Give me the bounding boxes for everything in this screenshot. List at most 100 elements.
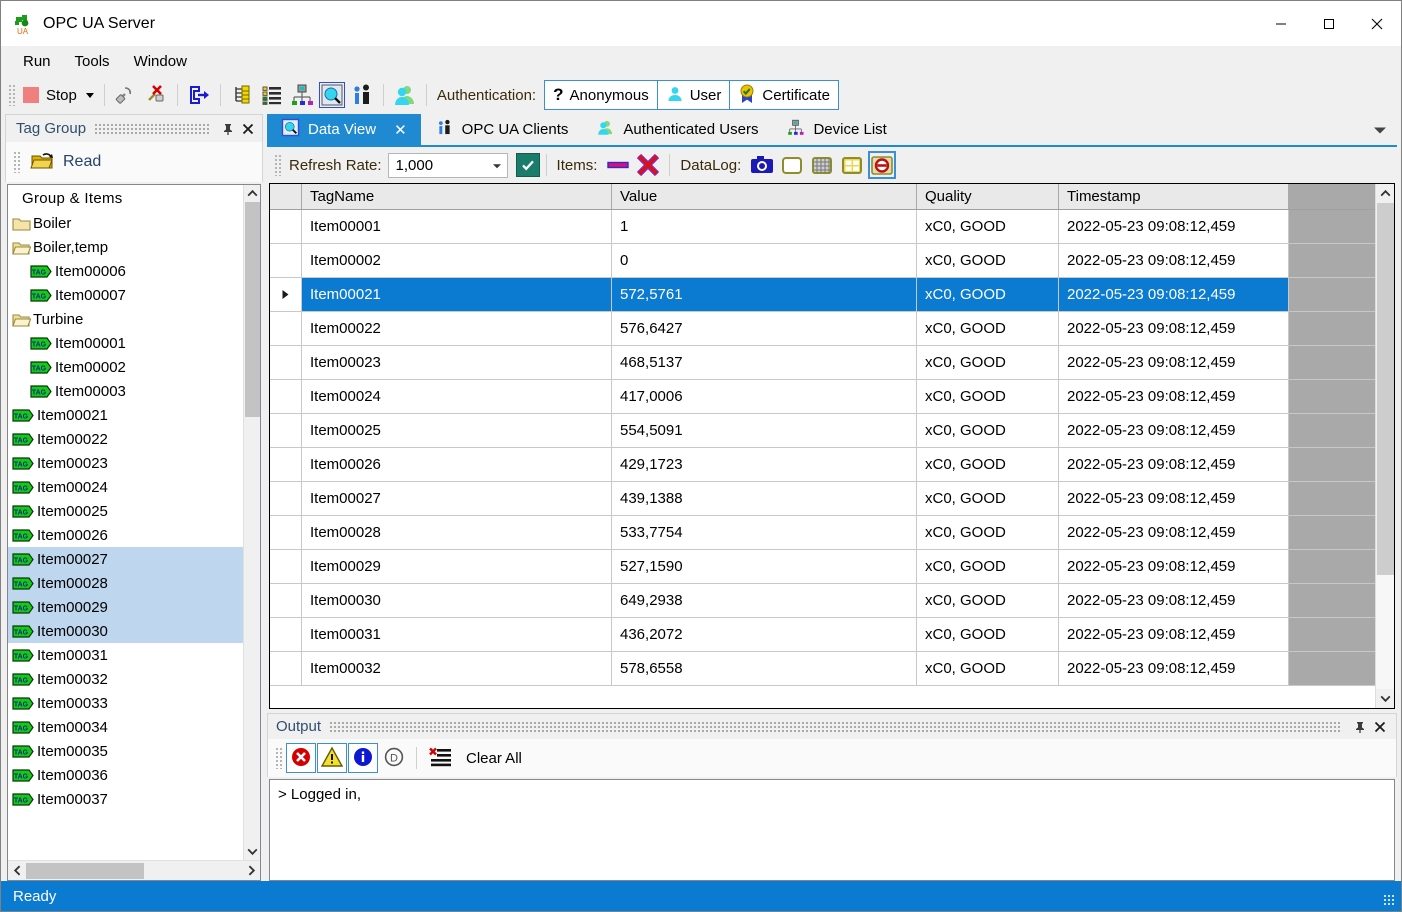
tree-node-item00033[interactable]: TAG Item00033 [8,691,243,715]
row-selector[interactable] [270,380,302,413]
connect-icon[interactable] [113,82,139,108]
new-log-icon[interactable] [779,152,805,178]
tree-node-item00029[interactable]: TAG Item00029 [8,595,243,619]
tree-scroll-track[interactable] [244,417,261,843]
grid-header-value[interactable]: Value [612,184,917,209]
debug-filter-button[interactable]: D [379,743,409,773]
row-selector[interactable] [270,652,302,685]
row-selector[interactable] [270,618,302,651]
row-selector[interactable] [270,516,302,549]
tree-node-item00035[interactable]: TAG Item00035 [8,739,243,763]
table-row[interactable]: Item00022 576,6427 xC0, GOOD 2022-05-23 09:… [270,312,1375,346]
opc-ua-clients-icon[interactable] [349,82,375,108]
auth-anonymous-button[interactable]: ? Anonymous [545,81,658,109]
error-filter-button[interactable] [286,743,316,773]
row-selector[interactable] [270,448,302,481]
row-selector[interactable] [270,346,302,379]
output-text-area[interactable]: > Logged in, [269,779,1395,881]
grid-scroll-thumb[interactable] [1376,203,1394,575]
tree-scroll-thumb[interactable] [244,202,260,417]
tree-node-item00002[interactable]: TAG Item00002 [8,355,243,379]
tree-node-item00001[interactable]: TAG Item00001 [8,331,243,355]
table-row[interactable]: Item00030 649,2938 xC0, GOOD 2022-05-23 09:… [270,584,1375,618]
menu-item-run[interactable]: Run [11,49,63,74]
warning-filter-button[interactable] [317,743,347,773]
tab-overflow-chevron-down-icon[interactable] [1373,122,1387,138]
table-row[interactable]: Item00031 436,2072 xC0, GOOD 2022-05-23 09:… [270,618,1375,652]
tree-node-item00034[interactable]: TAG Item00034 [8,715,243,739]
tag-tree[interactable]: Group & Items Boiler Boiler,temp TAG Item00… [8,185,243,860]
grid-log-icon[interactable] [809,152,835,178]
clear-all-button[interactable]: Clear All [423,744,528,773]
tree-node-boiler-temp[interactable]: Boiler,temp [8,235,243,259]
maximize-icon[interactable] [1305,1,1353,46]
tree-node-boiler[interactable]: Boiler [8,211,243,235]
scroll-left-icon[interactable] [8,862,26,880]
delete-all-items-icon[interactable] [635,152,661,178]
stop-log-icon[interactable] [868,151,897,179]
table-row[interactable]: Item00029 527,1590 xC0, GOOD 2022-05-23 09:… [270,550,1375,584]
table-row[interactable]: Item00001 1 xC0, GOOD 2022-05-23 09:08:12,4… [270,210,1375,244]
close-icon[interactable] [238,119,258,139]
tab-authenticated-users[interactable]: Authenticated Users [582,114,772,145]
grid-header-quality[interactable]: Quality [917,184,1059,209]
pin-icon[interactable] [218,119,238,139]
tree-node-item00007[interactable]: TAG Item00007 [8,283,243,307]
view-toolbar-grip[interactable] [274,154,282,176]
tag-tree-icon[interactable] [229,82,255,108]
info-filter-button[interactable] [348,743,378,773]
grid-header-timestamp[interactable]: Timestamp [1059,184,1289,209]
tree-node-item00021[interactable]: TAG Item00021 [8,403,243,427]
row-selector[interactable] [270,584,302,617]
tree-node-item00025[interactable]: TAG Item00025 [8,499,243,523]
item-list-icon[interactable] [259,82,285,108]
close-icon[interactable] [1353,1,1401,46]
row-selector[interactable] [270,312,302,345]
grid-scroll-track[interactable] [1375,575,1394,689]
snapshot-icon[interactable] [749,152,775,178]
remove-item-icon[interactable] [605,152,631,178]
scroll-up-icon[interactable] [244,185,261,202]
table-row[interactable]: Item00025 554,5091 xC0, GOOD 2022-05-23 09:… [270,414,1375,448]
tab-device-list[interactable]: Device List [772,114,900,145]
tree-node-item00032[interactable]: TAG Item00032 [8,667,243,691]
table-row[interactable]: Item00023 468,5137 xC0, GOOD 2022-05-23 09:… [270,346,1375,380]
tree-hscroll-thumb[interactable] [26,862,144,879]
tree-node-item00027[interactable]: TAG Item00027 [8,547,243,571]
device-list-icon[interactable] [289,82,315,108]
panel-toolbar-grip[interactable] [13,151,21,173]
refresh-enable-checkbox[interactable] [515,153,540,177]
tree-node-turbine[interactable]: Turbine [8,307,243,331]
table-row[interactable]: Item00024 417,0006 xC0, GOOD 2022-05-23 09:… [270,380,1375,414]
table-row[interactable]: Item00021 572,5761 xC0, GOOD 2022-05-23 09:… [270,278,1375,312]
disconnect-icon[interactable] [143,82,169,108]
refresh-rate-combo[interactable]: 1,000 [387,152,508,178]
tab-opc-ua-clients[interactable]: OPC UA Clients [421,114,583,145]
caret-down-icon[interactable] [85,92,94,98]
table-row[interactable]: Item00032 578,6558 xC0, GOOD 2022-05-23 09:… [270,652,1375,686]
row-selector[interactable] [270,550,302,583]
row-selector[interactable] [270,210,302,243]
chevron-down-icon[interactable] [492,157,502,174]
tab-close-icon[interactable]: ✕ [394,121,407,139]
menu-item-tools[interactable]: Tools [63,49,122,74]
auth-user-button[interactable]: User [657,81,731,109]
read-button[interactable]: Read [24,148,107,177]
tree-node-item00036[interactable]: TAG Item00036 [8,763,243,787]
data-view-icon[interactable] [318,82,345,108]
scroll-right-icon[interactable] [242,862,260,880]
scroll-down-icon[interactable] [244,843,261,860]
scroll-down-icon[interactable] [1376,689,1395,708]
grid-vertical-scrollbar[interactable] [1375,184,1394,708]
tree-node-item00023[interactable]: TAG Item00023 [8,451,243,475]
resize-grip-icon[interactable] [1383,894,1395,906]
tree-horizontal-scrollbar[interactable] [8,860,260,880]
exit-icon[interactable] [186,82,212,108]
tree-node-item00022[interactable]: TAG Item00022 [8,427,243,451]
menu-item-window[interactable]: Window [122,49,199,74]
row-selector[interactable] [270,482,302,515]
scroll-up-icon[interactable] [1376,184,1395,203]
tree-node-item00031[interactable]: TAG Item00031 [8,643,243,667]
row-selector[interactable] [270,244,302,277]
split-log-icon[interactable] [839,152,865,178]
